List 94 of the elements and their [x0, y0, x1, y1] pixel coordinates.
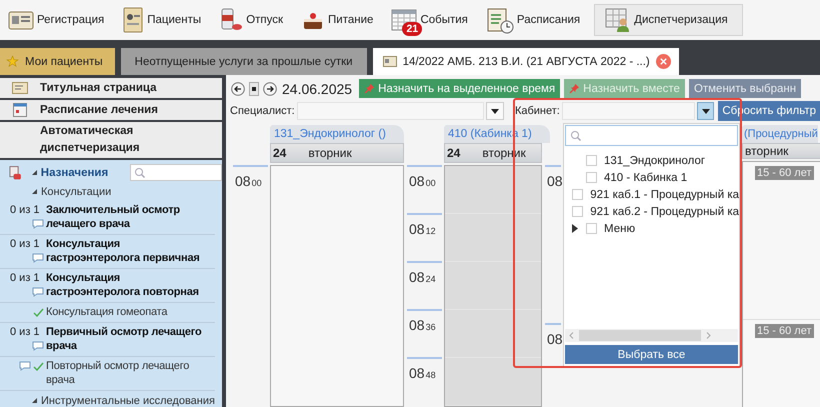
progress-count: 0 из 1	[9, 237, 40, 251]
schedule-column[interactable]	[444, 165, 542, 407]
progress-count: 0 из 1	[9, 325, 40, 339]
sidebar-section[interactable]: Титульная страница	[0, 78, 222, 98]
comment-icon	[32, 341, 44, 351]
time-label: 08 36	[409, 317, 436, 333]
day-number: 24	[273, 146, 286, 160]
checkbox[interactable]	[586, 155, 597, 166]
notification-badge: 21	[402, 22, 422, 36]
specialist-label: Специалист:	[230, 105, 295, 117]
comment-icon	[32, 253, 44, 263]
select-all-button[interactable]: Выбрать все	[565, 345, 738, 364]
toolbar-button[interactable]: Пациенты	[116, 4, 208, 36]
time-label: 08	[547, 173, 563, 189]
sidebar-section[interactable]: Автоматическая диспетчеризация	[0, 122, 222, 158]
checkbox[interactable]	[572, 206, 584, 217]
tree-node-label[interactable]: Инструментальные исследования	[41, 394, 215, 406]
cabinet-option[interactable]: 131_Эндокринолог	[604, 154, 706, 166]
schedule-column[interactable]	[270, 165, 404, 407]
time-label: 08 12	[409, 221, 436, 237]
time-label: 0848	[409, 365, 436, 381]
date-label: 24.06.2025	[282, 80, 352, 96]
appointment-label[interactable]: Консультация гастроэнтеролога первичная	[46, 237, 215, 265]
folder-icon	[122, 7, 144, 33]
pin-icon	[364, 83, 376, 94]
expand-arrow-icon[interactable]	[572, 224, 578, 233]
toolbar-button[interactable]: Регистрация	[2, 4, 110, 36]
appointment-label[interactable]: Консультация гомеопата	[46, 305, 170, 319]
toolbar-button[interactable]: Расписания	[480, 4, 586, 36]
search-icon	[570, 130, 582, 142]
expand-arrow-icon[interactable]	[32, 189, 37, 194]
tab[interactable]: 14/2022 АМБ. 213 В.И. (21 АВГУСТА 2022 - ...)	[372, 48, 679, 75]
search-field[interactable]	[565, 125, 738, 146]
appointment-label[interactable]: Повторный осмотр лечащего врача	[46, 359, 215, 387]
tab[interactable]: Неотпущенные услуги за прошлые сутки	[120, 48, 367, 75]
appointment-label[interactable]: Консультация гастроэнтеролога повторная	[46, 271, 215, 299]
appointment-label[interactable]: Заключительный осмотр лечащего врача	[46, 203, 215, 231]
toolbar-button[interactable]: Питание	[295, 4, 380, 36]
day-name: вторник	[308, 146, 352, 160]
star-icon	[6, 55, 19, 68]
toolbar-button[interactable]: Отпуск	[213, 4, 290, 36]
comment-icon	[32, 287, 44, 297]
today-button[interactable]	[248, 82, 260, 96]
expand-arrow-icon[interactable]	[32, 398, 37, 403]
expand-arrow-icon[interactable]	[32, 170, 37, 175]
time-label: 08 24	[409, 269, 436, 285]
cabinet-label: Кабинет:	[514, 105, 560, 117]
day-name: вторник	[745, 144, 788, 158]
time-label: 08 00	[235, 173, 262, 189]
cabinet-option[interactable]: 921 каб.2 - Процедурный ка	[590, 206, 739, 218]
clipboard-clock-icon	[486, 6, 514, 34]
checkmark-icon	[33, 362, 44, 370]
cabinet-option[interactable]: 921 каб.1 - Процедурный ка	[590, 188, 739, 200]
progress-count: 0 из 1	[9, 203, 40, 217]
search-icon	[134, 166, 146, 178]
time-label: 08 00	[409, 173, 436, 189]
search-field[interactable]	[130, 164, 222, 181]
appointment-label[interactable]: Первичный осмотр лечащего врача	[46, 325, 215, 353]
tab[interactable]: Мои пациенты	[0, 48, 115, 75]
checkbox[interactable]	[586, 172, 597, 183]
close-icon[interactable]	[656, 54, 671, 69]
checkbox[interactable]	[572, 189, 584, 200]
toolbar-button[interactable]: Диспетчеризация	[594, 4, 743, 36]
toolbar-button[interactable]: 21 События	[385, 4, 474, 36]
cabinet-option[interactable]: Меню	[604, 222, 636, 234]
checkmark-icon	[33, 308, 44, 316]
forward-button[interactable]	[262, 82, 278, 96]
back-button[interactable]	[230, 82, 246, 96]
age-badge: 15 - 60 лет	[755, 324, 814, 338]
caret-icon	[491, 108, 500, 114]
progress-count: 0 из 1	[9, 271, 40, 285]
prescription-icon	[9, 164, 22, 180]
tree-node-label[interactable]: Консультации	[41, 186, 112, 198]
comment-icon	[32, 219, 44, 229]
day-number: 24	[447, 146, 460, 160]
caret-icon	[702, 108, 710, 114]
pills-icon	[219, 7, 244, 33]
tree-node-label[interactable]: Назначения	[40, 166, 108, 178]
age-badge: 15 - 60 лет	[755, 166, 814, 180]
comment-icon	[19, 361, 31, 371]
pin-icon	[569, 83, 580, 94]
checkbox[interactable]	[586, 223, 597, 234]
dropdown-button[interactable]	[696, 102, 714, 120]
calendar-icon	[13, 103, 27, 117]
document-icon	[382, 56, 397, 67]
person-schedule-icon	[605, 7, 632, 33]
id-card-icon	[8, 9, 34, 31]
specialist-field[interactable]	[296, 102, 484, 120]
horizontal-scrollbar[interactable]	[565, 329, 738, 342]
dropdown-button[interactable]	[486, 102, 504, 120]
form-icon	[12, 82, 28, 94]
time-label: 08	[547, 331, 563, 347]
sidebar-section[interactable]: Расписание лечения	[0, 100, 222, 120]
cabinet-option[interactable]: 410 - Кабинка 1	[604, 172, 688, 184]
